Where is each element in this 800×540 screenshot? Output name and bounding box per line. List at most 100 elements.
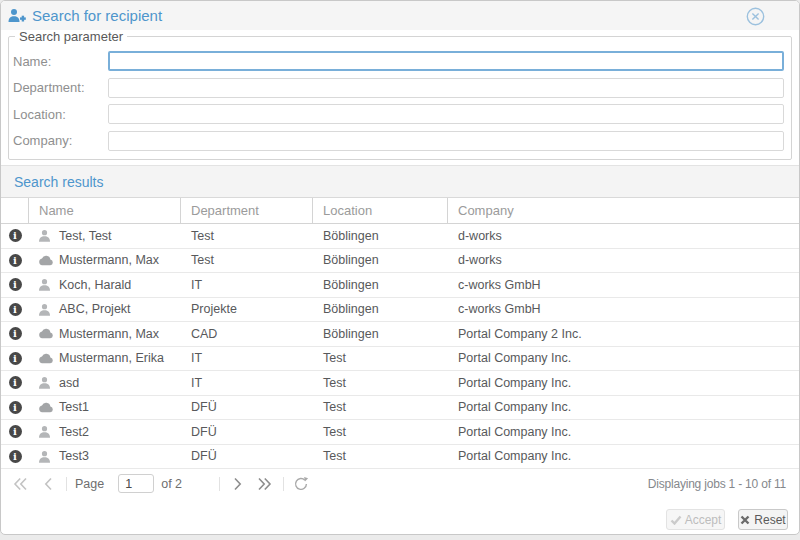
recipient-location: Test bbox=[313, 400, 448, 414]
table-row[interactable]: i Koch, Harald IT Böblingen c-work bbox=[1, 273, 799, 298]
department-field[interactable] bbox=[108, 78, 784, 98]
recipient-name: Test3 bbox=[59, 449, 89, 463]
recipient-location: Test bbox=[313, 425, 448, 439]
reset-button[interactable]: Reset bbox=[738, 509, 788, 530]
recipient-department: Projekte bbox=[181, 302, 313, 316]
search-parameter-fieldset: Search parameter Name: Department: Locat… bbox=[8, 29, 792, 160]
company-label: Company: bbox=[13, 133, 108, 148]
location-field[interactable] bbox=[108, 104, 784, 124]
recipient-location: Böblingen bbox=[313, 229, 448, 243]
info-icon[interactable]: i bbox=[9, 254, 22, 267]
table-row[interactable]: i asd IT Test Portal Company Inc. bbox=[1, 371, 799, 396]
recipient-location: Test bbox=[313, 376, 448, 390]
search-results-title: Search results bbox=[14, 174, 103, 190]
table-row[interactable]: i Mustermann, Max Test Böblingen d bbox=[1, 249, 799, 274]
person-icon bbox=[38, 229, 59, 242]
recipient-name: Mustermann, Max bbox=[59, 253, 159, 267]
cloud-icon bbox=[38, 255, 59, 266]
recipient-location: Böblingen bbox=[313, 253, 448, 267]
column-header-company[interactable]: Company bbox=[448, 198, 799, 223]
info-icon[interactable]: i bbox=[9, 450, 22, 463]
info-icon[interactable]: i bbox=[9, 327, 22, 340]
search-recipient-dialog: Search for recipient Search parameter Na… bbox=[0, 0, 800, 535]
table-row[interactable]: i ABC, Projekt Projekte Böblingen bbox=[1, 298, 799, 323]
recipient-name: Test, Test bbox=[59, 229, 112, 243]
dialog-titlebar: Search for recipient bbox=[1, 1, 799, 30]
person-icon bbox=[38, 376, 59, 389]
recipient-company: Portal Company Inc. bbox=[448, 400, 799, 414]
recipient-company: d-works bbox=[448, 229, 799, 243]
info-icon[interactable]: i bbox=[9, 303, 22, 316]
info-icon[interactable]: i bbox=[9, 425, 22, 438]
recipient-department: IT bbox=[181, 376, 313, 390]
recipient-name: Mustermann, Erika bbox=[59, 351, 164, 365]
person-icon bbox=[38, 303, 59, 316]
check-icon bbox=[670, 515, 682, 525]
recipient-company: Portal Company Inc. bbox=[448, 425, 799, 439]
name-field[interactable] bbox=[108, 51, 784, 71]
table-row[interactable]: i Mustermann, Max CAD Böblingen Po bbox=[1, 322, 799, 347]
column-header-department[interactable]: Department bbox=[181, 198, 313, 223]
add-user-icon bbox=[8, 8, 26, 24]
cloud-icon bbox=[38, 328, 59, 339]
search-results-header: Search results bbox=[1, 165, 799, 198]
column-header-name[interactable]: Name bbox=[29, 198, 181, 223]
person-icon bbox=[38, 278, 59, 291]
recipient-location: Test bbox=[313, 449, 448, 463]
info-icon[interactable]: i bbox=[9, 401, 22, 414]
recipient-department: IT bbox=[181, 278, 313, 292]
paging-toolbar: Page of 2 Displaying jobs 1 - 10 of 11 bbox=[1, 469, 799, 498]
accept-button[interactable]: Accept bbox=[666, 509, 725, 530]
recipient-company: c-works GmbH bbox=[448, 302, 799, 316]
next-page-button[interactable] bbox=[233, 477, 242, 491]
location-label: Location: bbox=[13, 107, 108, 122]
recipient-department: DFÜ bbox=[181, 425, 313, 439]
paging-separator bbox=[283, 477, 284, 491]
dialog-title: Search for recipient bbox=[32, 7, 162, 24]
recipient-department: DFÜ bbox=[181, 400, 313, 414]
table-row[interactable]: i Test1 DFÜ Test Portal Company In bbox=[1, 396, 799, 421]
recipient-department: Test bbox=[181, 253, 313, 267]
cloud-icon bbox=[38, 402, 59, 413]
recipient-company: Portal Company Inc. bbox=[448, 351, 799, 365]
recipient-company: Portal Company Inc. bbox=[448, 376, 799, 390]
table-row[interactable]: i Test2 DFÜ Test Portal Company In bbox=[1, 420, 799, 445]
recipient-location: Böblingen bbox=[313, 302, 448, 316]
recipient-company: c-works GmbH bbox=[448, 278, 799, 292]
info-icon[interactable]: i bbox=[9, 352, 22, 365]
recipient-company: Portal Company 2 Inc. bbox=[448, 327, 799, 341]
recipient-department: DFÜ bbox=[181, 449, 313, 463]
first-page-button[interactable] bbox=[13, 477, 28, 491]
recipient-company: Portal Company Inc. bbox=[448, 449, 799, 463]
recipient-name: ABC, Projekt bbox=[59, 302, 131, 316]
company-field[interactable] bbox=[108, 131, 784, 151]
column-header-location[interactable]: Location bbox=[313, 198, 448, 223]
page-number-input[interactable] bbox=[118, 474, 154, 493]
search-parameter-legend: Search parameter bbox=[15, 29, 127, 44]
column-header-info bbox=[1, 198, 29, 223]
refresh-icon[interactable] bbox=[293, 476, 309, 492]
recipient-name: asd bbox=[59, 376, 79, 390]
info-icon[interactable]: i bbox=[9, 376, 22, 389]
close-icon[interactable] bbox=[746, 7, 765, 26]
info-icon[interactable]: i bbox=[9, 278, 22, 291]
paging-separator bbox=[66, 477, 67, 491]
recipient-name: Koch, Harald bbox=[59, 278, 131, 292]
person-icon bbox=[38, 425, 59, 438]
table-row[interactable]: i Test, Test Test Böblingen d-work bbox=[1, 224, 799, 249]
cloud-icon bbox=[38, 353, 59, 364]
recipient-name: Mustermann, Max bbox=[59, 327, 159, 341]
recipient-location: Böblingen bbox=[313, 278, 448, 292]
recipient-department: Test bbox=[181, 229, 313, 243]
recipient-location: Böblingen bbox=[313, 327, 448, 341]
prev-page-button[interactable] bbox=[44, 477, 53, 491]
info-icon[interactable]: i bbox=[9, 229, 22, 242]
last-page-button[interactable] bbox=[257, 477, 272, 491]
page-label: Page bbox=[75, 477, 104, 491]
recipient-name: Test2 bbox=[59, 425, 89, 439]
recipient-name: Test1 bbox=[59, 400, 89, 414]
recipient-company: d-works bbox=[448, 253, 799, 267]
name-label: Name: bbox=[13, 54, 108, 69]
table-row[interactable]: i Mustermann, Erika IT Test Portal bbox=[1, 347, 799, 372]
table-row[interactable]: i Test3 DFÜ Test Portal Company In bbox=[1, 445, 799, 470]
